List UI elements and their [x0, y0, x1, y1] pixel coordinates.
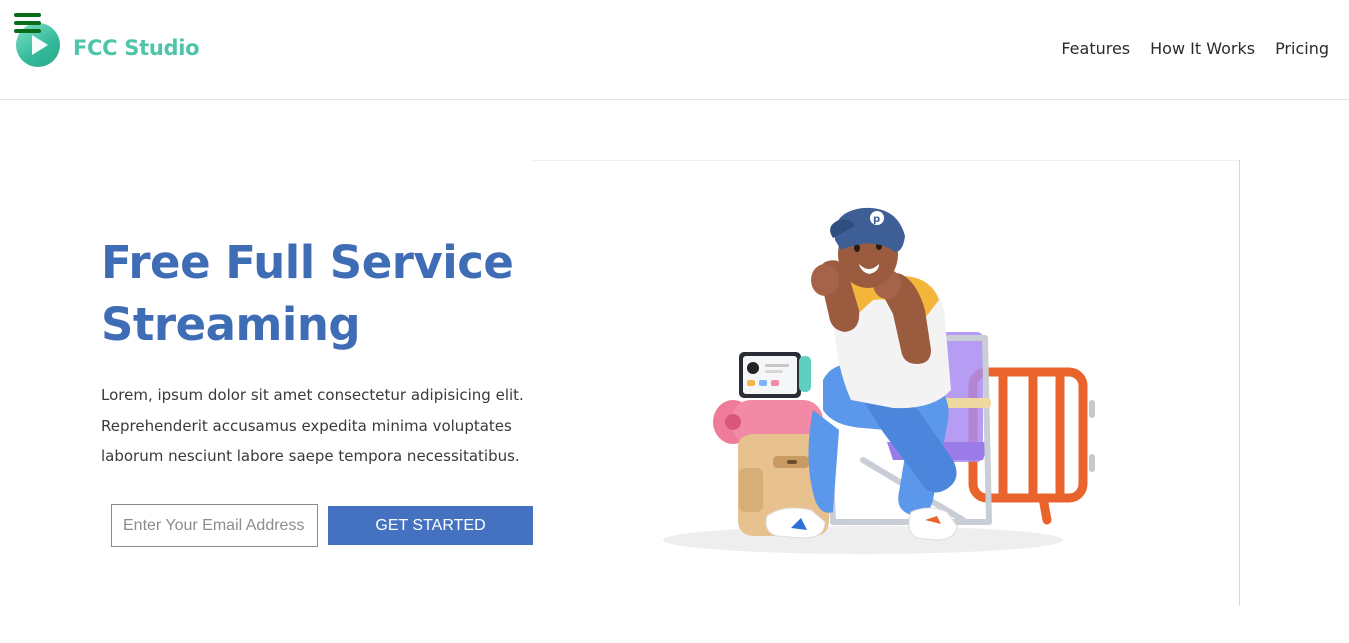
brand-name[interactable]: FCC Studio [73, 36, 200, 60]
nav-link-features[interactable]: Features [1061, 39, 1130, 58]
site-header: FCC Studio Features How It Works Pricing [0, 0, 1349, 100]
hamburger-line [14, 21, 41, 25]
hamburger-line [14, 13, 41, 17]
main-nav: Features How It Works Pricing [1061, 39, 1329, 58]
email-input[interactable] [111, 504, 318, 547]
hamburger-line [14, 29, 41, 33]
nav-link-pricing[interactable]: Pricing [1275, 39, 1329, 58]
hamburger-menu-icon[interactable] [14, 12, 41, 34]
character-on-chair-illustration: p [533, 160, 1240, 606]
hero-description: Lorem, ipsum dolor sit amet consectetur … [101, 386, 524, 465]
get-started-button[interactable]: GET STARTED [328, 506, 533, 545]
svg-text:p: p [873, 214, 880, 225]
nav-link-how-it-works[interactable]: How It Works [1150, 39, 1255, 58]
hero-title: Free Full Service Streaming [101, 236, 514, 351]
